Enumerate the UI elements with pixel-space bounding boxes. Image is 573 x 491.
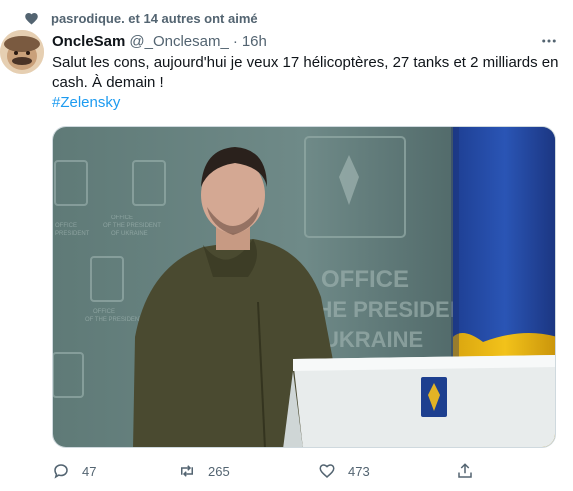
social-context[interactable]: pasrodique. et 14 autres ont aimé xyxy=(24,8,258,28)
like-icon xyxy=(319,464,335,479)
social-context-text: pasrodique. et 14 autres ont aimé xyxy=(51,10,258,26)
tweet-text: Salut les cons, aujourd'hui je veux 17 h… xyxy=(52,54,559,91)
avatar-image xyxy=(0,30,44,74)
svg-text:OF THE PRESIDENT: OF THE PRESIDENT xyxy=(85,317,143,323)
like-button[interactable]: 473 xyxy=(318,458,370,484)
tweet-header: OncleSam @_Onclesam_ · 16h xyxy=(52,31,267,51)
reply-button[interactable]: 47 xyxy=(52,458,96,484)
share-button[interactable] xyxy=(456,458,486,484)
retweet-count: 265 xyxy=(208,463,230,479)
user-handle[interactable]: @_Onclesam_ xyxy=(129,33,228,50)
media-image: OFFICE OF THE PRESIDENT OF UKRAINE OFFICE O… xyxy=(53,127,555,447)
display-name[interactable]: OncleSam xyxy=(52,33,125,50)
like-count: 473 xyxy=(348,463,370,479)
reply-icon xyxy=(54,464,68,479)
more-icon xyxy=(542,39,556,43)
svg-text:OF THE PRESIDENT: OF THE PRESIDENT xyxy=(103,223,161,229)
separator-dot: · xyxy=(232,32,238,50)
more-options-button[interactable] xyxy=(539,32,559,50)
svg-text:OFFICE: OFFICE xyxy=(55,223,77,229)
tweet-timestamp[interactable]: 16h xyxy=(242,33,267,50)
reply-count: 47 xyxy=(82,463,97,479)
wall-sign-line3: UKRAINE xyxy=(323,327,423,352)
avatar[interactable] xyxy=(0,30,44,74)
svg-text:OFFICE: OFFICE xyxy=(111,215,133,221)
svg-text:PRESIDENT: PRESIDENT xyxy=(55,231,90,237)
heart-icon xyxy=(25,12,38,24)
svg-text:OFFICE: OFFICE xyxy=(93,309,115,315)
hashtag-link[interactable]: #Zelensky xyxy=(52,93,120,113)
svg-text:OF UKRAINE: OF UKRAINE xyxy=(111,231,148,237)
share-icon xyxy=(458,463,472,478)
retweet-icon xyxy=(181,465,193,477)
retweet-button[interactable]: 265 xyxy=(178,458,230,484)
tweet-media[interactable]: OFFICE OF THE PRESIDENT OF UKRAINE OFFICE O… xyxy=(52,126,556,448)
tweet-actions: 47 265 473 xyxy=(52,458,482,484)
wall-sign-line1: OFFICE xyxy=(321,266,409,293)
